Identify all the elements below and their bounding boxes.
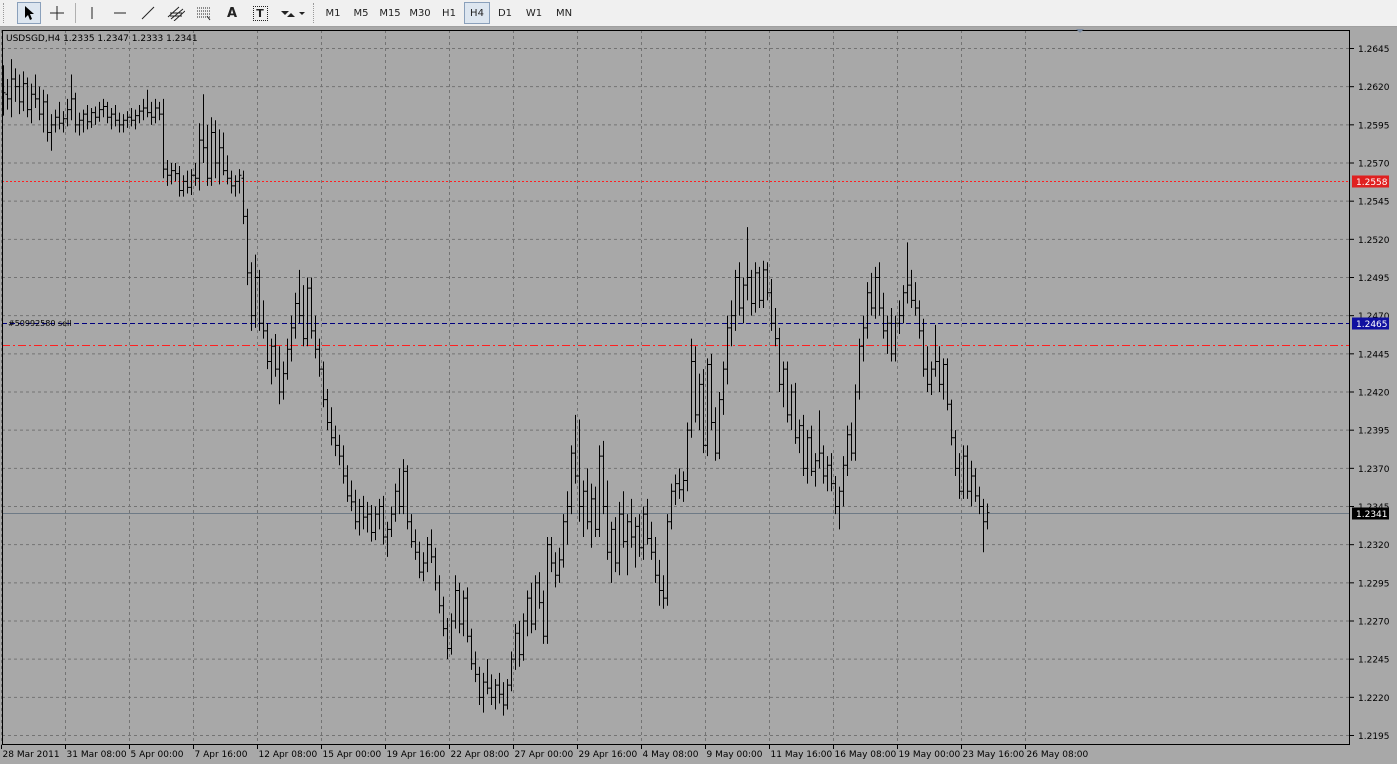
toolbar-separator xyxy=(75,3,76,23)
price-tick-label: 1.2545 xyxy=(1358,198,1390,208)
price-tick-label: 1.2570 xyxy=(1358,160,1390,170)
order-open-line-price-text: 1.2465 xyxy=(1356,320,1388,330)
time-tick-label: 19 Apr 16:00 xyxy=(387,750,446,760)
time-tick-label: 9 May 00:00 xyxy=(707,750,763,760)
price-tick-label: 1.2445 xyxy=(1358,350,1390,360)
symbol-info-label: USDSGD,H4 1.2335 1.2347 1.2333 1.2341 xyxy=(6,34,198,44)
price-tick-label: 1.2620 xyxy=(1358,83,1390,93)
price-tick-label: 1.2220 xyxy=(1358,694,1390,704)
price-tick-label: 1.2320 xyxy=(1358,541,1390,551)
time-tick-label: 11 May 16:00 xyxy=(771,750,833,760)
price-tick-label: 1.2495 xyxy=(1358,274,1390,284)
bid-price-text: 1.2341 xyxy=(1356,510,1388,520)
timeframe-mn-button[interactable]: MN xyxy=(550,2,578,24)
toolbar-grip[interactable] xyxy=(313,3,317,23)
vertical-line-button[interactable] xyxy=(80,2,104,24)
timeframe-m5-button[interactable]: M5 xyxy=(348,2,374,24)
vertical-line-icon xyxy=(91,7,93,19)
time-tick-label: 28 Mar 2011 xyxy=(3,750,60,760)
time-tick-label: 16 May 08:00 xyxy=(835,750,897,760)
timeframe-m15-button[interactable]: M15 xyxy=(376,2,404,24)
drawing-toolbar: A T M1 M5 M15 M30 H1 H4 D1 W1 MN xyxy=(0,0,1397,27)
fibonacci-icon xyxy=(197,7,211,21)
price-tick-label: 1.2645 xyxy=(1358,45,1390,55)
toolbar-grip[interactable] xyxy=(3,3,7,23)
price-tick-label: 1.2295 xyxy=(1358,579,1390,589)
time-tick-label: 22 Apr 08:00 xyxy=(451,750,510,760)
time-tick-label: 23 May 16:00 xyxy=(963,750,1025,760)
text-icon: A xyxy=(226,5,238,21)
price-tick-label: 1.2270 xyxy=(1358,618,1390,628)
timeframe-d1-button[interactable]: D1 xyxy=(492,2,518,24)
crosshair-icon xyxy=(50,6,64,20)
price-tick-label: 1.2245 xyxy=(1358,656,1390,666)
price-tick-label: 1.2370 xyxy=(1358,465,1390,475)
price-tick-label: 1.2520 xyxy=(1358,236,1390,246)
timeframe-h1-button[interactable]: H1 xyxy=(436,2,462,24)
time-tick-label: 29 Apr 16:00 xyxy=(579,750,638,760)
price-tick-label: 1.2395 xyxy=(1358,427,1390,437)
cursor-tool-button[interactable] xyxy=(17,2,41,24)
time-tick-label: 19 May 00:00 xyxy=(899,750,961,760)
fibonacci-button[interactable] xyxy=(192,2,216,24)
order-label: #50992580 sell xyxy=(8,319,72,328)
price-chart[interactable]: 1.2645 1.2620 1.2595 1.2570 1.2545 1.2520 1.24… xyxy=(0,27,1397,764)
time-tick-label: 4 May 08:00 xyxy=(643,750,699,760)
arrows-dropdown-button[interactable] xyxy=(276,2,308,24)
crosshair-tool-button[interactable] xyxy=(45,2,69,24)
chart-background xyxy=(0,27,1397,764)
horizontal-line-button[interactable] xyxy=(108,2,132,24)
channel-icon xyxy=(167,6,185,21)
text-label-glyph: T xyxy=(256,6,264,20)
timeframe-w1-button[interactable]: W1 xyxy=(520,2,548,24)
equidistant-channel-button[interactable] xyxy=(164,2,188,24)
timeframe-h4-button[interactable]: H4 xyxy=(464,2,490,24)
time-tick-label: 27 Apr 00:00 xyxy=(515,750,574,760)
time-tick-label: 26 May 08:00 xyxy=(1027,750,1089,760)
price-tick-label: 1.2595 xyxy=(1358,121,1390,131)
time-tick-label: 12 Apr 08:00 xyxy=(259,750,318,760)
price-tick-label: 1.2195 xyxy=(1358,732,1390,742)
trendline-button[interactable] xyxy=(136,2,160,24)
stop-loss-line-price-text: 1.2558 xyxy=(1356,178,1388,188)
text-label-button[interactable]: T xyxy=(248,2,272,24)
timeframe-m1-button[interactable]: M1 xyxy=(320,2,346,24)
arrows-dropdown-icon xyxy=(281,11,305,17)
trendline-icon xyxy=(141,6,155,20)
timeframe-m30-button[interactable]: M30 xyxy=(406,2,434,24)
time-tick-label: 15 Apr 00:00 xyxy=(323,750,382,760)
text-label-icon: T xyxy=(252,5,268,21)
price-tick-label: 1.2420 xyxy=(1358,389,1390,399)
time-tick-label: 5 Apr 00:00 xyxy=(131,750,184,760)
text-tool-button[interactable]: A xyxy=(220,2,244,24)
time-tick-label: 31 Mar 08:00 xyxy=(67,750,127,760)
cursor-arrow-icon xyxy=(25,6,34,20)
time-tick-label: 7 Apr 16:00 xyxy=(195,750,248,760)
horizontal-line-icon xyxy=(114,12,126,14)
